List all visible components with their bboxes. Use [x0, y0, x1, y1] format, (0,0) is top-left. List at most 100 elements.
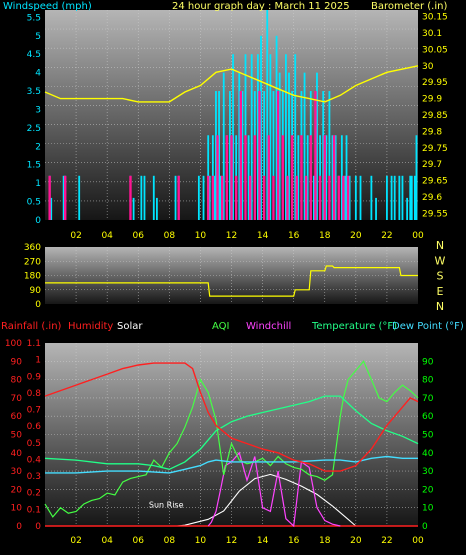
windspeed-tick-label: 2.5	[27, 124, 41, 134]
windspeed-bar	[132, 197, 135, 220]
gust-bar	[177, 175, 180, 220]
hour-tick-label: 04	[101, 231, 113, 241]
gust-bar	[248, 175, 252, 220]
windspeed-bar	[415, 135, 418, 220]
gust-bar	[272, 175, 275, 220]
windspeed-bar	[413, 175, 416, 220]
direction-tick-label: 270	[24, 257, 41, 267]
gust-bar	[258, 91, 261, 220]
gust-bar	[234, 175, 238, 220]
gust-bar	[314, 91, 317, 220]
rainfall-tick-label: 0.8	[27, 389, 42, 399]
legend-rainfall: Rainfall (.in)	[1, 321, 62, 332]
gust-bar	[206, 175, 210, 220]
temperature-tick-label: 30	[422, 467, 434, 477]
rainfall-tick-label: 0.2	[27, 489, 41, 499]
gust-bar	[323, 135, 326, 220]
temperature-tick-label: 90	[422, 357, 434, 367]
windspeed-bar	[375, 197, 377, 220]
compass-label: N	[436, 239, 444, 252]
chart-title: 24 hour graph day : March 11 2025	[172, 1, 350, 12]
compass-label: E	[437, 285, 444, 298]
windspeed-bar	[398, 175, 401, 220]
barometer-tick-label: 29.8	[422, 127, 442, 137]
sunrise-annotation: Sun Rise	[149, 501, 184, 510]
windspeed-tick-label: 5	[35, 32, 41, 42]
humidity-tick-label: 100	[5, 339, 22, 349]
windspeed-bar	[152, 175, 155, 220]
windspeed-tick-label: 4.5	[27, 50, 41, 60]
barometer-tick-label: 29.6	[422, 193, 442, 203]
hour-tick-label: 12	[226, 231, 237, 241]
legend-solar: Solar	[117, 321, 143, 332]
windspeed-bar	[390, 175, 393, 220]
windspeed-bar	[354, 175, 357, 220]
rainfall-tick-label: 0	[35, 522, 41, 532]
hour-tick-label: 08	[164, 536, 176, 546]
gust-bar	[290, 135, 294, 220]
hour-tick-label: 16	[288, 231, 300, 241]
gust-bar	[220, 175, 224, 220]
gust-bar	[286, 175, 289, 220]
windspeed-tick-label: 4	[35, 69, 41, 79]
gust-bar	[262, 175, 266, 220]
barometer-tick-label: 30.15	[422, 13, 448, 23]
legend-temperature: Temperature (°F)	[312, 321, 398, 332]
windspeed-bar	[156, 197, 158, 220]
temperature-tick-label: 10	[422, 504, 434, 514]
humidity-tick-label: 70	[11, 394, 23, 404]
hour-tick-label: 22	[381, 536, 392, 546]
windspeed-bar	[202, 175, 205, 220]
windspeed-bar	[410, 175, 413, 220]
windspeed-bar	[143, 175, 146, 220]
windspeed-bar	[197, 175, 200, 220]
compass-label: S	[437, 270, 444, 283]
rainfall-tick-label: 0.4	[27, 455, 42, 465]
legend-dewpoint: Dew Point (°F)	[392, 321, 464, 332]
barometer-tick-label: 29.55	[422, 209, 448, 219]
direction-tick-label: 360	[24, 243, 41, 253]
hour-tick-label: 14	[257, 231, 269, 241]
humidity-tick-label: 90	[11, 357, 23, 367]
gust-bar	[276, 91, 280, 220]
humidity-tick-label: 30	[11, 467, 23, 477]
gust-bar	[337, 175, 340, 220]
barometer-tick-label: 30	[422, 62, 434, 72]
gust-bar	[230, 135, 233, 220]
windspeed-tick-label: 5.5	[27, 13, 41, 23]
hour-tick-label: 20	[350, 536, 362, 546]
gust-bar	[239, 91, 243, 220]
hour-tick-label: 12	[226, 536, 237, 546]
hour-tick-label: 00	[412, 536, 424, 546]
hour-tick-label: 20	[350, 231, 362, 241]
windspeed-axis-label: Windspeed (mph)	[3, 1, 92, 12]
gust-bar	[64, 175, 67, 220]
legend-humidity: Humidity	[68, 321, 114, 332]
windspeed-bar	[409, 175, 412, 220]
humidity-tick-label: 10	[11, 504, 23, 514]
barometer-tick-label: 29.85	[422, 111, 448, 121]
hour-tick-label: 02	[70, 231, 81, 241]
barometer-tick-label: 30.1	[422, 29, 442, 39]
windspeed-tick-label: 2	[35, 142, 41, 152]
gust-bar	[295, 175, 298, 220]
gust-bar	[216, 135, 219, 220]
temperature-tick-label: 0	[422, 522, 428, 532]
windspeed-tick-label: 3.5	[27, 87, 41, 97]
windspeed-bar	[393, 175, 396, 220]
windspeed-bar	[401, 175, 404, 220]
hour-tick-label: 22	[381, 231, 392, 241]
humidity-tick-label: 0	[16, 522, 22, 532]
humidity-tick-label: 40	[11, 449, 23, 459]
humidity-tick-label: 50	[11, 431, 23, 441]
gust-bar	[328, 175, 331, 220]
windspeed-bar	[406, 197, 409, 220]
gust-bar	[244, 135, 247, 220]
barometer-tick-label: 30.05	[422, 45, 448, 55]
barometer-axis-label: Barometer (.in)	[371, 1, 448, 12]
hour-tick-label: 00	[412, 231, 424, 241]
temperature-tick-label: 50	[422, 431, 434, 441]
windspeed-bar	[140, 175, 143, 220]
gust-bar	[318, 175, 322, 220]
rainfall-tick-label: 0.3	[27, 472, 41, 482]
